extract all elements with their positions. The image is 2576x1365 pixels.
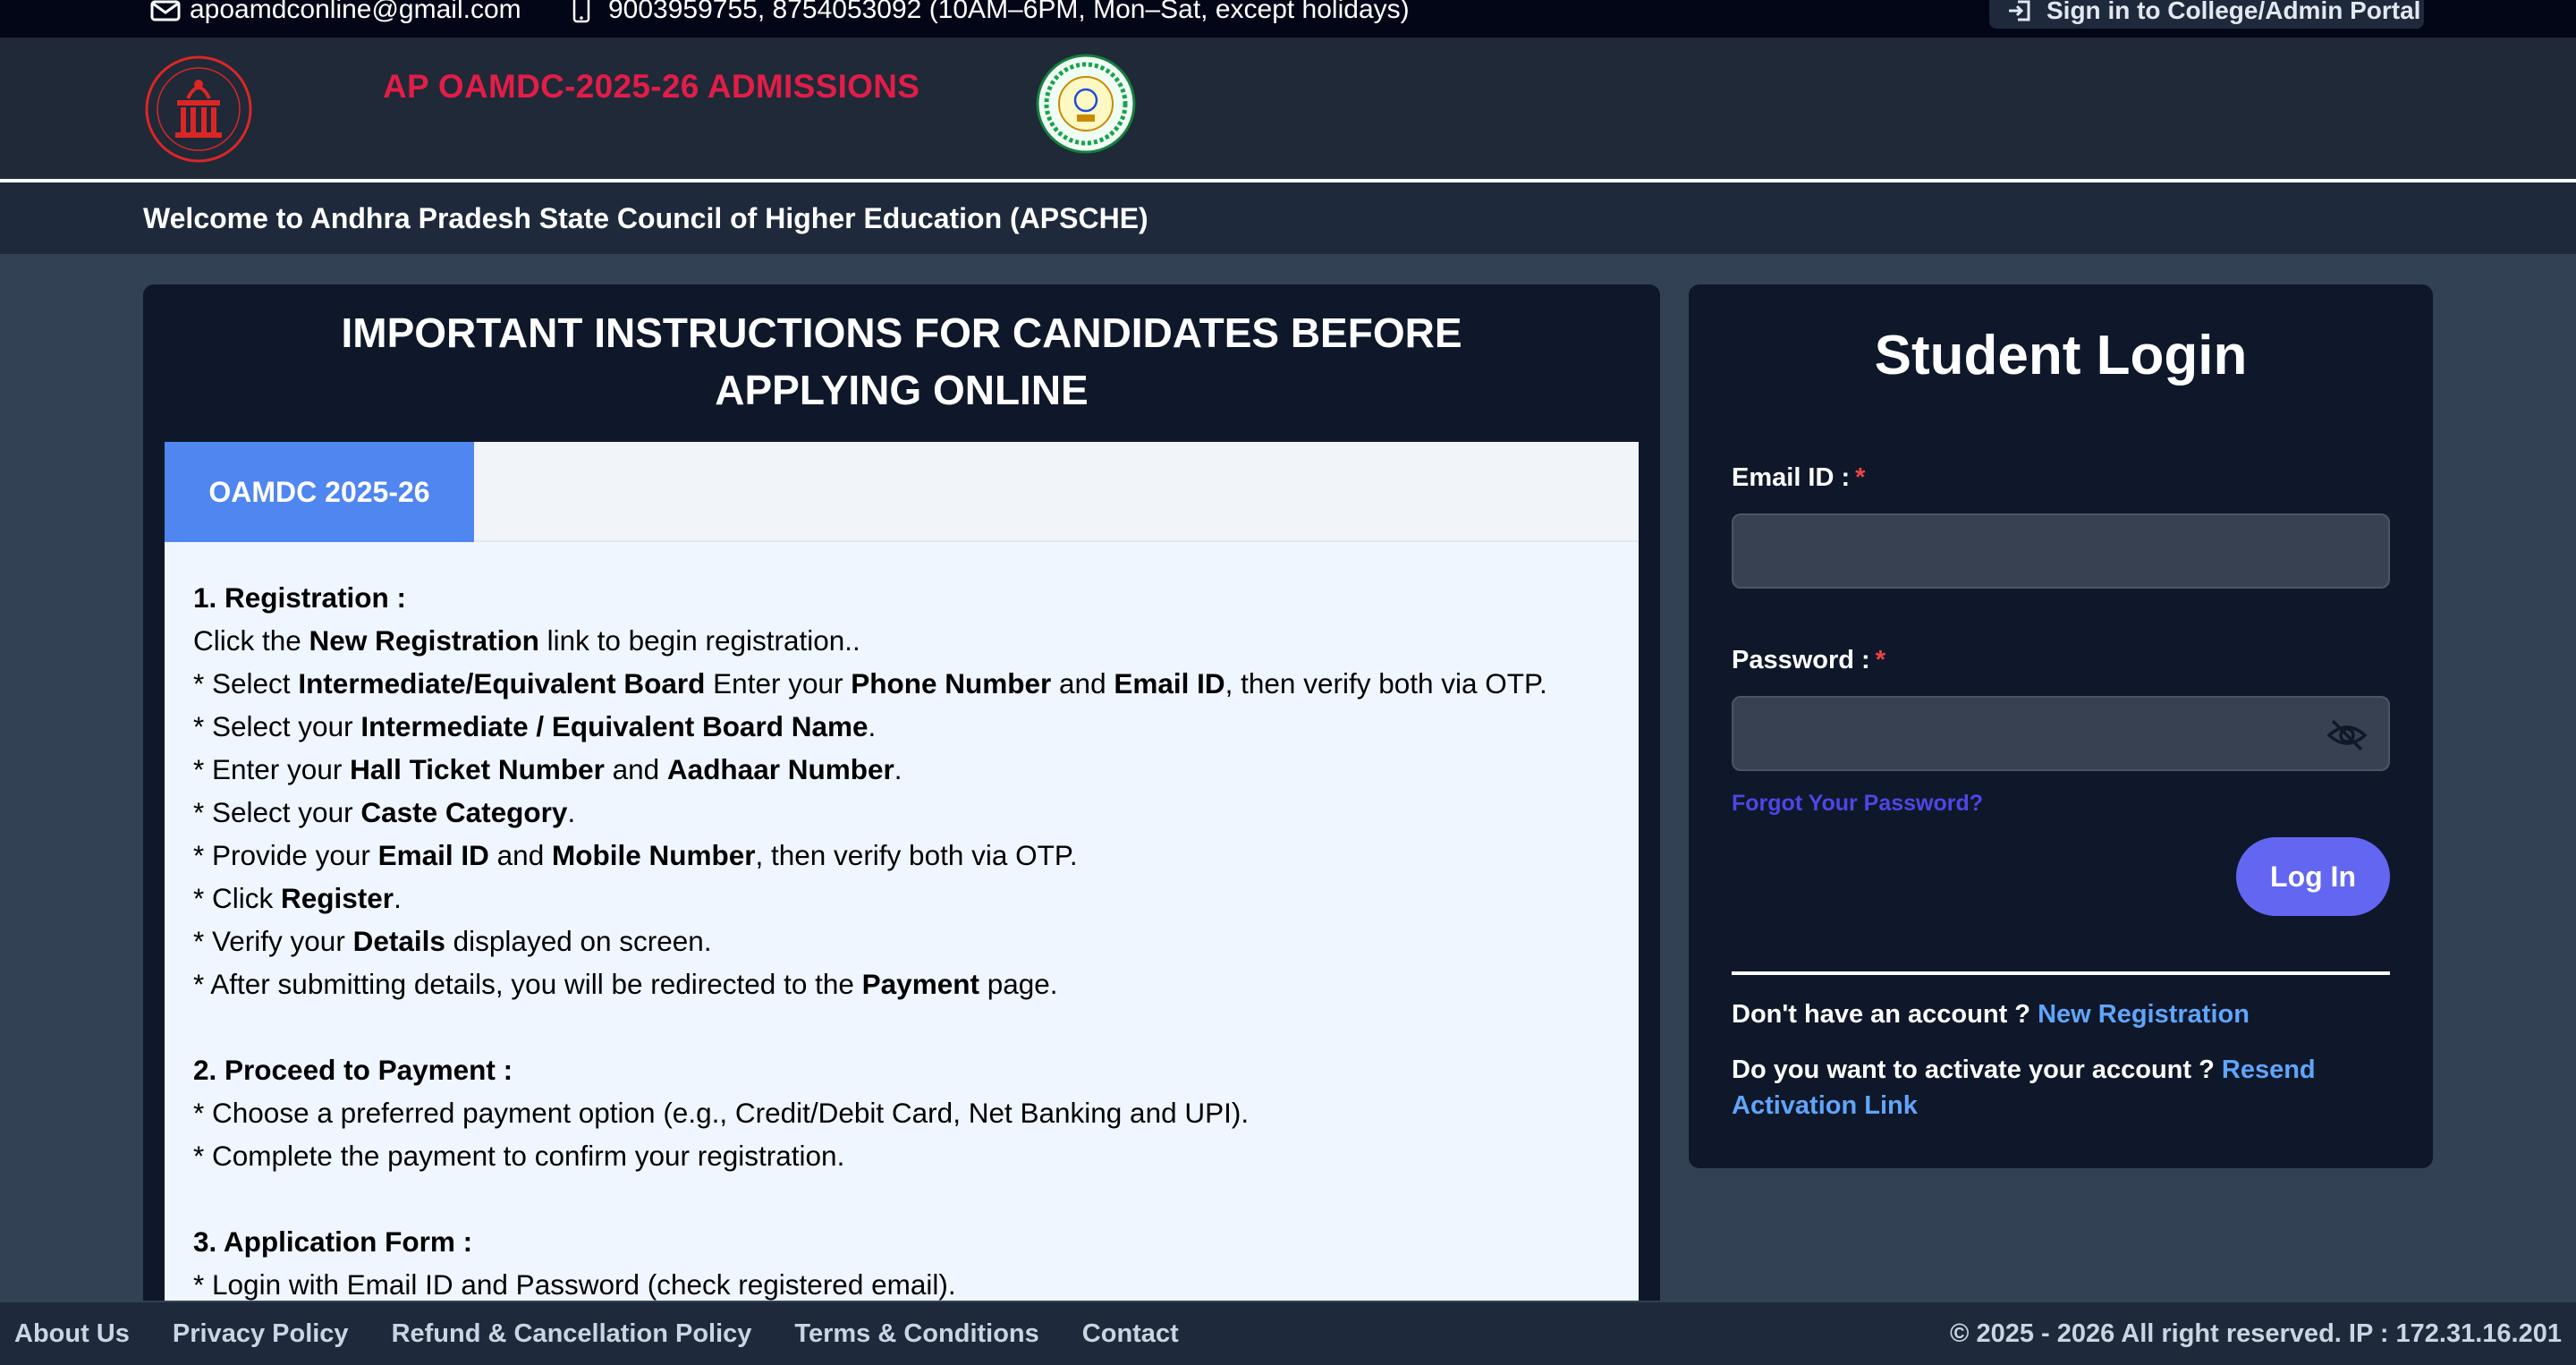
ap-government-emblem xyxy=(1036,54,1136,154)
site-footer: About Us Privacy Policy Refund & Cancell… xyxy=(0,1301,2576,1365)
forgot-password-link[interactable]: Forgot Your Password? xyxy=(1732,791,1983,817)
instructions-panel: IMPORTANT INSTRUCTIONS FOR CANDIDATES BE… xyxy=(143,284,1660,1340)
register-prompt: Don't have an account ? New Registration xyxy=(1732,1000,2250,1029)
email-icon xyxy=(150,0,181,23)
instruction-line: * Select your Caste Category. xyxy=(193,796,576,828)
contact-phone-text: 9003959755, 8754053092 (10AM–6PM, Mon–Sa… xyxy=(608,0,1410,24)
apsche-logo xyxy=(143,54,254,165)
login-title: Student Login xyxy=(1874,325,2248,386)
tab-oamdc[interactable]: OAMDC 2025-26 xyxy=(165,442,474,542)
welcome-text: Welcome to Andhra Pradesh State Council … xyxy=(143,201,1148,234)
student-login-panel: Student Login Email ID : * Password : * Fo… xyxy=(1689,284,2433,1168)
password-label: Password : * xyxy=(1732,646,1886,674)
footer-link-contact[interactable]: Contact xyxy=(1082,1319,1179,1349)
admin-portal-label: Sign in to College/Admin Portal xyxy=(2046,0,2421,24)
welcome-banner: Welcome to Andhra Pradesh State Council … xyxy=(0,182,2576,254)
tab-oamdc-label: OAMDC 2025-26 xyxy=(208,475,430,508)
contact-email[interactable]: apoamdconline@gmail.com xyxy=(150,0,521,25)
page-title: AP OAMDC-2025-26 ADMISSIONS xyxy=(383,68,920,105)
section-payment-title: 2. Proceed to Payment : xyxy=(193,1054,513,1086)
instruction-line: * Click Register. xyxy=(193,882,402,914)
sign-in-icon xyxy=(2009,0,2030,21)
instructions-content: 1. Registration : Click the New Registra… xyxy=(165,542,1639,1306)
instructions-title: IMPORTANT INSTRUCTIONS FOR CANDIDATES BE… xyxy=(341,309,1462,413)
login-divider xyxy=(1732,971,2390,975)
section-registration-title: 1. Registration : xyxy=(193,581,407,614)
instruction-line: * Choose a preferred payment option (e.g… xyxy=(193,1097,1250,1129)
instruction-line: * Provide your Email ID and Mobile Numbe… xyxy=(193,839,1078,871)
admin-portal-button[interactable]: Sign in to College/Admin Portal xyxy=(1989,0,2424,29)
email-field[interactable] xyxy=(1732,513,2390,589)
footer-link-about[interactable]: About Us xyxy=(14,1319,130,1349)
instruction-line: * Select your Intermediate / Equivalent … xyxy=(193,710,877,742)
footer-link-terms[interactable]: Terms & Conditions xyxy=(794,1319,1038,1349)
footer-link-refund[interactable]: Refund & Cancellation Policy xyxy=(392,1319,752,1349)
instructions-body[interactable]: OAMDC 2025-26 1. Registration : Click th… xyxy=(165,442,1639,1340)
eye-slash-icon[interactable] xyxy=(2326,714,2368,757)
login-button[interactable]: Log In xyxy=(2236,837,2390,916)
new-registration-link[interactable]: New Registration xyxy=(2038,1000,2250,1029)
phone-icon xyxy=(572,0,594,23)
footer-links: About Us Privacy Policy Refund & Cancell… xyxy=(14,1319,1222,1349)
instruction-line: * Verify your Details displayed on scree… xyxy=(193,925,712,957)
email-label: Email ID : * xyxy=(1732,463,1866,492)
instruction-line: * Login with Email ID and Password (chec… xyxy=(193,1268,956,1301)
top-contact-bar: apoamdconline@gmail.com 9003959755, 8754… xyxy=(0,0,2576,38)
activation-prompt: Do you want to activate your account ? R… xyxy=(1732,1056,2316,1120)
contact-phone: 9003959755, 8754053092 (10AM–6PM, Mon–Sa… xyxy=(572,0,1410,25)
footer-link-privacy[interactable]: Privacy Policy xyxy=(173,1319,349,1349)
instruction-line: * Enter your Hall Ticket Number and Aadh… xyxy=(193,753,902,785)
instruction-line: * Complete the payment to confirm your r… xyxy=(193,1140,845,1172)
section-application-title: 3. Application Form : xyxy=(193,1225,473,1258)
required-mark: * xyxy=(1855,463,1866,492)
required-mark: * xyxy=(1875,646,1886,674)
instruction-line: * After submitting details, you will be … xyxy=(193,968,1058,1000)
instruction-line: Click the New Registration link to begin… xyxy=(193,624,860,657)
site-header: AP OAMDC-2025-26 ADMISSIONS xyxy=(0,38,2576,181)
instruction-line: * Select Intermediate/Equivalent Board E… xyxy=(193,667,1547,699)
password-field[interactable] xyxy=(1732,696,2390,771)
contact-email-text: apoamdconline@gmail.com xyxy=(190,0,521,24)
instructions-tab-strip: OAMDC 2025-26 xyxy=(165,442,1639,542)
footer-copyright: © 2025 - 2026 All right reserved. IP : 1… xyxy=(1950,1318,2562,1348)
